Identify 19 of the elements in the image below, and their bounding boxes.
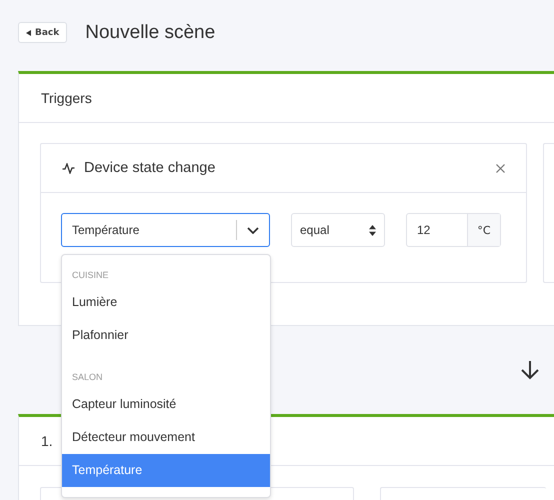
panel-title: Triggers — [19, 74, 554, 123]
sort-arrows-icon — [369, 224, 376, 236]
back-button[interactable]: Back — [18, 22, 68, 43]
dropdown-option[interactable]: Plafonnier — [62, 319, 270, 352]
card-title: Device state change — [84, 160, 216, 176]
arrow-down-icon — [520, 360, 540, 380]
close-icon[interactable] — [496, 164, 505, 172]
dropdown-option[interactable]: Capteur luminosité — [62, 388, 270, 421]
chevron-down-icon — [247, 226, 259, 234]
device-select[interactable]: Température — [61, 213, 270, 247]
dropdown-option[interactable]: Détecteur mouvement — [62, 421, 270, 454]
group-label: SALON — [71, 371, 104, 384]
page-title: Nouvelle scène — [85, 22, 216, 44]
dropdown-option[interactable]: Température — [62, 454, 270, 487]
activity-icon — [62, 162, 75, 174]
dropdown-option[interactable]: Lumière — [62, 286, 270, 319]
group-label: CUISINE — [71, 269, 110, 282]
caret-icon — [26, 30, 31, 36]
operator-select[interactable]: equal — [291, 213, 385, 247]
